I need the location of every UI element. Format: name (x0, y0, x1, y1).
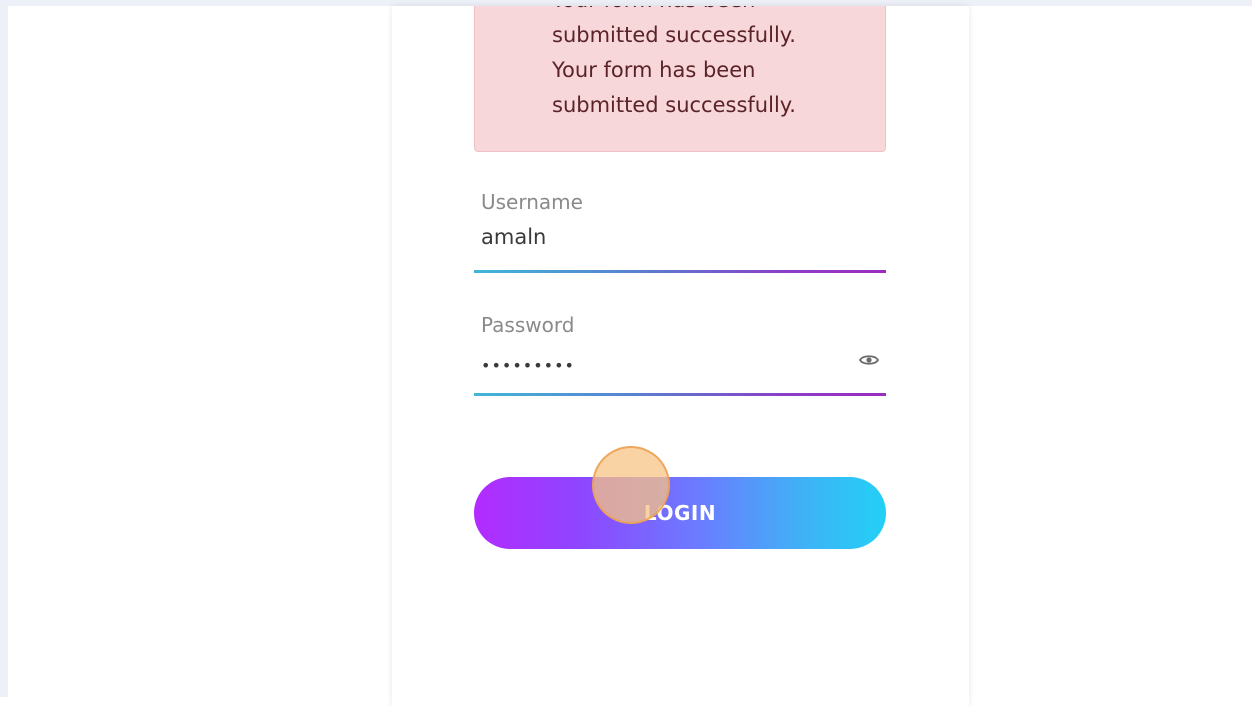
username-label: Username (481, 190, 583, 214)
username-field: Username (474, 190, 886, 286)
browser-viewport: Your form has been submitted successfull… (0, 0, 1252, 706)
password-underline (474, 393, 886, 396)
alert-message: Your form has been submitted successfull… (552, 6, 872, 123)
alert-line: submitted successfully. (552, 23, 796, 47)
password-field: Password (474, 313, 886, 409)
page-left-edge (0, 0, 8, 697)
username-underline (474, 270, 886, 273)
success-alert: Your form has been submitted successfull… (474, 6, 886, 152)
username-input[interactable] (481, 220, 851, 254)
login-button[interactable]: LOGIN (474, 477, 886, 549)
password-label: Password (481, 313, 575, 337)
password-input[interactable] (481, 351, 851, 379)
alert-line: Your form has been (552, 6, 872, 18)
alert-line: submitted successfully. (552, 93, 796, 117)
alert-line: Your form has been (552, 58, 756, 82)
eye-icon[interactable] (858, 349, 880, 371)
